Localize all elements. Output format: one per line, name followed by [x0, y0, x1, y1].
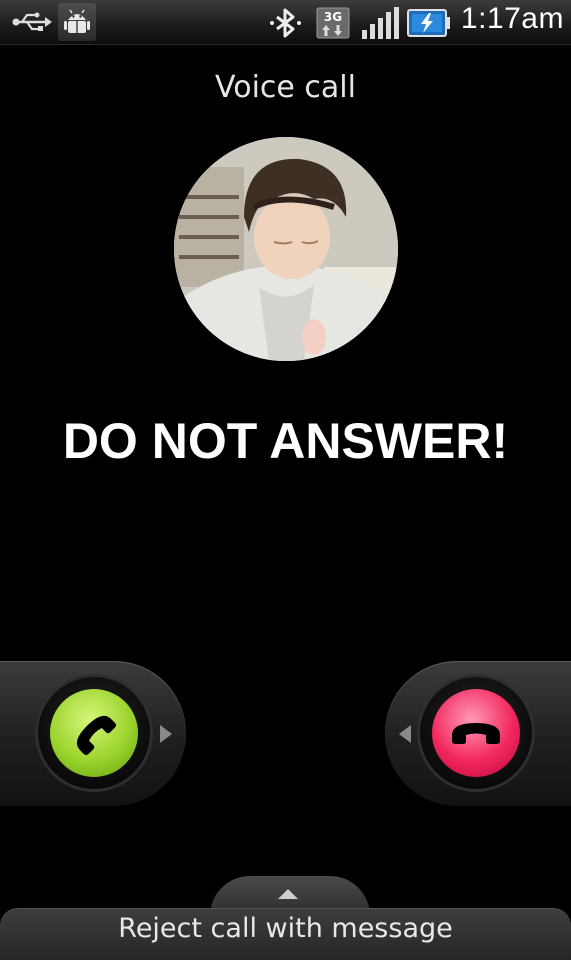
answer-button[interactable] [50, 689, 138, 777]
call-type-label: Voice call [215, 70, 356, 105]
arrow-up-icon [276, 886, 300, 905]
decline-slider[interactable] [385, 661, 571, 806]
phone-hangup-icon [452, 723, 500, 744]
usb-icon [12, 12, 52, 36]
bluetooth-icon [268, 8, 304, 42]
answer-slider[interactable] [0, 661, 186, 806]
3g-data-icon: 3G [316, 7, 350, 43]
arrow-left-icon [397, 723, 413, 749]
caller-name: DO NOT ANSWER! [62, 413, 509, 469]
incoming-call-screen: 3G 1:17am Voice call DO NOT ANSWER! Reje… [0, 0, 571, 960]
status-bar: 3G 1:17am [0, 0, 571, 45]
signal-strength-icon [360, 6, 402, 44]
decline-button-ring [420, 677, 532, 789]
answer-button-ring [38, 677, 150, 789]
svg-text:3G: 3G [324, 10, 342, 24]
arrow-right-icon [158, 723, 174, 749]
decline-button[interactable] [432, 689, 520, 777]
android-debug-icon [58, 3, 96, 41]
contact-photo [174, 137, 398, 361]
battery-charging-icon [407, 9, 451, 41]
reject-message-label[interactable]: Reject call with message [0, 913, 571, 944]
phone-answer-icon [76, 715, 117, 756]
status-time: 1:17am [460, 2, 564, 35]
